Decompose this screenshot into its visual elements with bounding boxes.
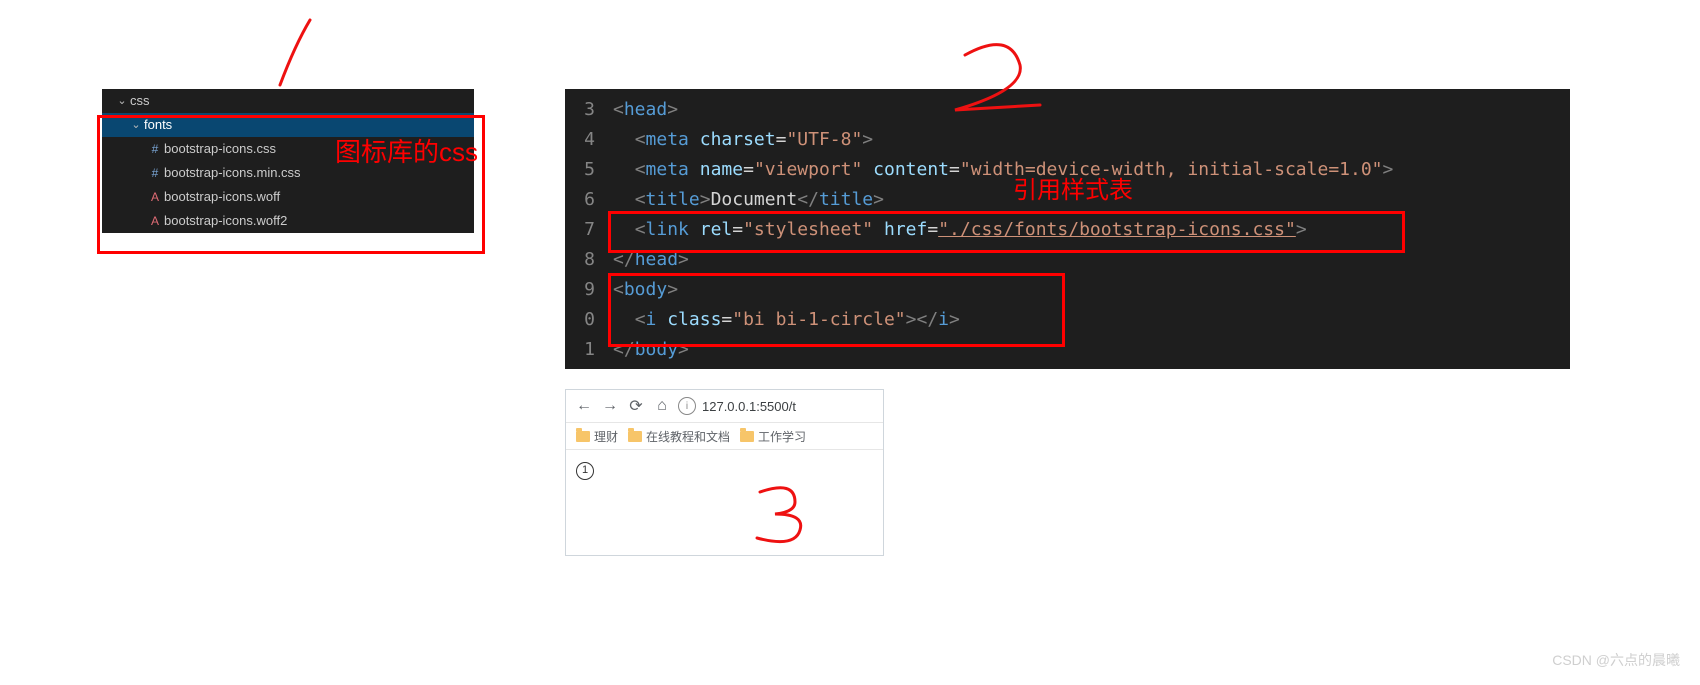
folder-label: fonts [144, 113, 172, 137]
hash-icon: # [146, 161, 164, 185]
back-button[interactable]: ← [574, 397, 594, 415]
file-label: bootstrap-icons.css [164, 137, 276, 161]
file-item[interactable]: A bootstrap-icons.woff2 [102, 209, 474, 233]
code-line: </body> [613, 335, 689, 365]
forward-button[interactable]: → [600, 397, 620, 415]
folder-icon [740, 431, 754, 442]
code-line: <title>Document</title> [613, 185, 884, 215]
line-number: 9 [565, 275, 603, 305]
folder-fonts[interactable]: ⌄ fonts [102, 113, 474, 137]
code-line: <link rel="stylesheet" href="./css/fonts… [613, 215, 1307, 245]
code-editor[interactable]: 3 <head> 4 <meta charset="UTF-8"> 5 <met… [565, 89, 1570, 369]
bookmark-label: 理财 [594, 428, 618, 445]
reload-button[interactable]: ⟳ [626, 396, 646, 416]
file-label: bootstrap-icons.woff [164, 185, 280, 209]
chevron-down-icon: ⌄ [128, 113, 144, 137]
bookmark-item[interactable]: 理财 [576, 428, 618, 445]
font-file-icon: A [146, 209, 164, 233]
line-number: 6 [565, 185, 603, 215]
code-line: <meta charset="UTF-8"> [613, 125, 873, 155]
file-label: bootstrap-icons.min.css [164, 161, 301, 185]
folder-icon [628, 431, 642, 442]
code-line: <i class="bi bi-1-circle"></i> [613, 305, 960, 335]
watermark: CSDN @六点的晨曦 [1552, 650, 1680, 670]
line-number: 5 [565, 155, 603, 185]
page-content: 1 [566, 450, 883, 490]
site-info-icon: i [678, 397, 696, 415]
bookmark-label: 工作学习 [758, 428, 806, 445]
code-line: <meta name="viewport" content="width=dev… [613, 155, 1393, 185]
file-item[interactable]: # bootstrap-icons.css [102, 137, 474, 161]
line-number: 7 [565, 215, 603, 245]
code-line: </head> [613, 245, 689, 275]
bookmark-item[interactable]: 工作学习 [740, 428, 806, 445]
folder-css[interactable]: ⌄ css [102, 89, 474, 113]
file-explorer: ⌄ css ⌄ fonts # bootstrap-icons.css # bo… [102, 89, 474, 233]
folder-icon [576, 431, 590, 442]
code-line: <body> [613, 275, 678, 305]
bi-1-circle-icon: 1 [576, 462, 594, 480]
chevron-down-icon: ⌄ [114, 89, 130, 113]
address-bar[interactable]: i 127.0.0.1:5500/t [678, 397, 875, 415]
line-number: 3 [565, 95, 603, 125]
home-button[interactable]: ⌂ [652, 397, 672, 415]
handwritten-1-icon [255, 15, 345, 90]
browser-toolbar: ← → ⟳ ⌂ i 127.0.0.1:5500/t [566, 390, 883, 423]
font-file-icon: A [146, 185, 164, 209]
bookmarks-bar: 理财 在线教程和文档 工作学习 [566, 423, 883, 450]
file-label: bootstrap-icons.woff2 [164, 209, 287, 233]
line-number: 0 [565, 305, 603, 335]
line-number: 8 [565, 245, 603, 275]
line-number: 4 [565, 125, 603, 155]
file-item[interactable]: # bootstrap-icons.min.css [102, 161, 474, 185]
bookmark-item[interactable]: 在线教程和文档 [628, 428, 730, 445]
line-number: 1 [565, 335, 603, 365]
bookmark-label: 在线教程和文档 [646, 428, 730, 445]
code-line: <head> [613, 95, 678, 125]
folder-label: css [130, 89, 150, 113]
browser-preview: ← → ⟳ ⌂ i 127.0.0.1:5500/t 理财 在线教程和文档 工作… [565, 389, 884, 556]
hash-icon: # [146, 137, 164, 161]
file-item[interactable]: A bootstrap-icons.woff [102, 185, 474, 209]
url-text: 127.0.0.1:5500/t [702, 399, 796, 414]
